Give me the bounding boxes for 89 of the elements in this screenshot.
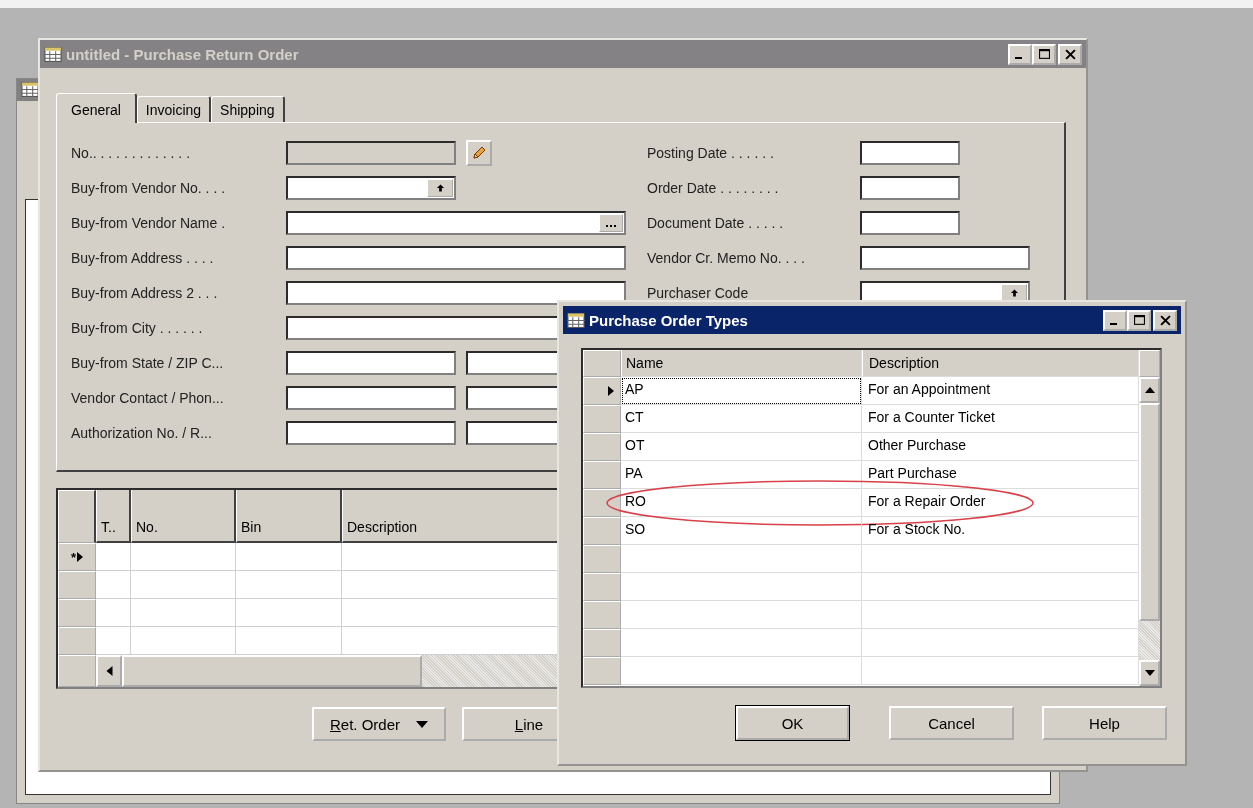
input-field[interactable]	[860, 175, 960, 200]
table-cell: For a Stock No.	[862, 517, 1139, 545]
action-button[interactable]: Ret. Order	[312, 707, 446, 741]
minimize-icon	[1015, 57, 1022, 59]
field-label: Vendor Cr. Memo No. . . .	[647, 249, 806, 266]
table-cell: For an Appointment	[862, 377, 1139, 405]
column-header[interactable]: Description	[862, 350, 1139, 377]
scrollbar-thumb[interactable]	[1139, 403, 1160, 621]
tab[interactable]: General	[56, 93, 137, 123]
field-label: Buy-from Address 2 . . .	[71, 284, 219, 301]
field-label: Posting Date . . . . . .	[647, 144, 775, 161]
input-field[interactable]	[286, 210, 626, 235]
field-label: No.. . . . . . . . . . . . .	[71, 144, 192, 161]
input-field[interactable]	[286, 175, 456, 200]
input-field[interactable]	[286, 420, 456, 445]
row-header[interactable]: *	[58, 543, 96, 571]
dialog-button[interactable]: OK	[736, 706, 849, 740]
field-label: Buy-from State / ZIP C...	[71, 354, 225, 371]
up-arrow-icon	[1009, 287, 1019, 298]
tab[interactable]: Invoicing	[136, 96, 212, 122]
down-arrow-icon	[1144, 670, 1155, 676]
row-header[interactable]	[583, 377, 621, 405]
pencil-icon	[471, 144, 487, 161]
maximize-button[interactable]	[1127, 309, 1151, 331]
up-arrow-icon	[1144, 387, 1155, 393]
table-icon	[21, 82, 39, 97]
assist-button[interactable]	[599, 213, 623, 232]
field-label: Order Date . . . . . . . .	[647, 179, 780, 196]
table-cell: CT	[621, 405, 862, 433]
table-icon	[567, 312, 585, 328]
column-header[interactable]: Bin	[236, 490, 342, 543]
field-label: Vendor Contact / Phon...	[71, 389, 225, 406]
field-label: Buy-from Vendor Name .	[71, 214, 227, 231]
scroll-left-button[interactable]	[96, 655, 122, 687]
table-icon	[44, 46, 62, 62]
input-field[interactable]	[860, 140, 960, 165]
tab[interactable]: Shipping	[211, 96, 285, 122]
lookup-button[interactable]	[427, 178, 453, 197]
input-field[interactable]	[286, 245, 626, 270]
scrollbar-thumb[interactable]	[122, 655, 422, 687]
input-field[interactable]	[286, 350, 456, 375]
field-label: Buy-from Address . . . .	[71, 249, 215, 266]
left-arrow-icon	[104, 666, 114, 676]
table-cell	[96, 599, 131, 627]
field-label: Purchaser Code	[647, 284, 750, 301]
table-cell: For a Counter Ticket	[862, 405, 1139, 433]
close-button[interactable]	[1153, 309, 1177, 331]
edit-button[interactable]	[466, 139, 492, 166]
column-header[interactable]: No.	[131, 490, 236, 543]
window-title: Purchase Order Types	[589, 311, 748, 329]
dialog-button[interactable]: Help	[1042, 706, 1167, 740]
minimize-button[interactable]	[1103, 309, 1127, 331]
caret-icon	[416, 720, 428, 728]
up-arrow-icon	[435, 182, 445, 193]
table-cell: RO	[621, 489, 862, 517]
field-label: Document Date . . . . .	[647, 214, 785, 231]
scroll-down-button[interactable]	[1139, 660, 1160, 686]
field-label: Authorization No. / R...	[71, 424, 213, 441]
close-icon	[1159, 314, 1171, 326]
field-label: Buy-from Vendor No. . . .	[71, 179, 227, 196]
scroll-up-button[interactable]	[1139, 377, 1160, 403]
lookup-button[interactable]	[1001, 283, 1027, 302]
row-pointer-icon	[77, 552, 84, 562]
column-header[interactable]: Name	[621, 350, 862, 377]
column-header[interactable]: T..	[96, 490, 131, 543]
table-cell	[96, 571, 131, 599]
table-cell: Other Purchase	[862, 433, 1139, 461]
close-icon	[1064, 48, 1076, 60]
table-cell: OT	[621, 433, 862, 461]
ellipsis-icon	[605, 223, 617, 228]
maximize-icon	[1133, 314, 1145, 326]
maximize-icon	[1038, 48, 1050, 60]
input-field[interactable]	[286, 385, 456, 410]
table-cell: For a Repair Order	[862, 489, 1139, 517]
window-title: untitled - Purchase Return Order	[66, 45, 299, 63]
new-row-marker: *	[70, 549, 77, 565]
minimize-icon	[1110, 323, 1117, 325]
table-cell: SO	[621, 517, 862, 545]
row-pointer-icon	[608, 386, 614, 396]
input-field[interactable]	[860, 210, 960, 235]
input-field[interactable]	[286, 140, 456, 165]
table-cell: Part Purchase	[862, 461, 1139, 489]
table-cell: AP	[621, 377, 862, 405]
field-label: Buy-from City . . . . . .	[71, 319, 204, 336]
input-field[interactable]	[286, 280, 626, 305]
vertical-scrollbar[interactable]	[1139, 350, 1160, 686]
table-cell	[96, 543, 131, 571]
input-field[interactable]	[860, 245, 1030, 270]
dialog-button[interactable]: Cancel	[889, 706, 1014, 740]
